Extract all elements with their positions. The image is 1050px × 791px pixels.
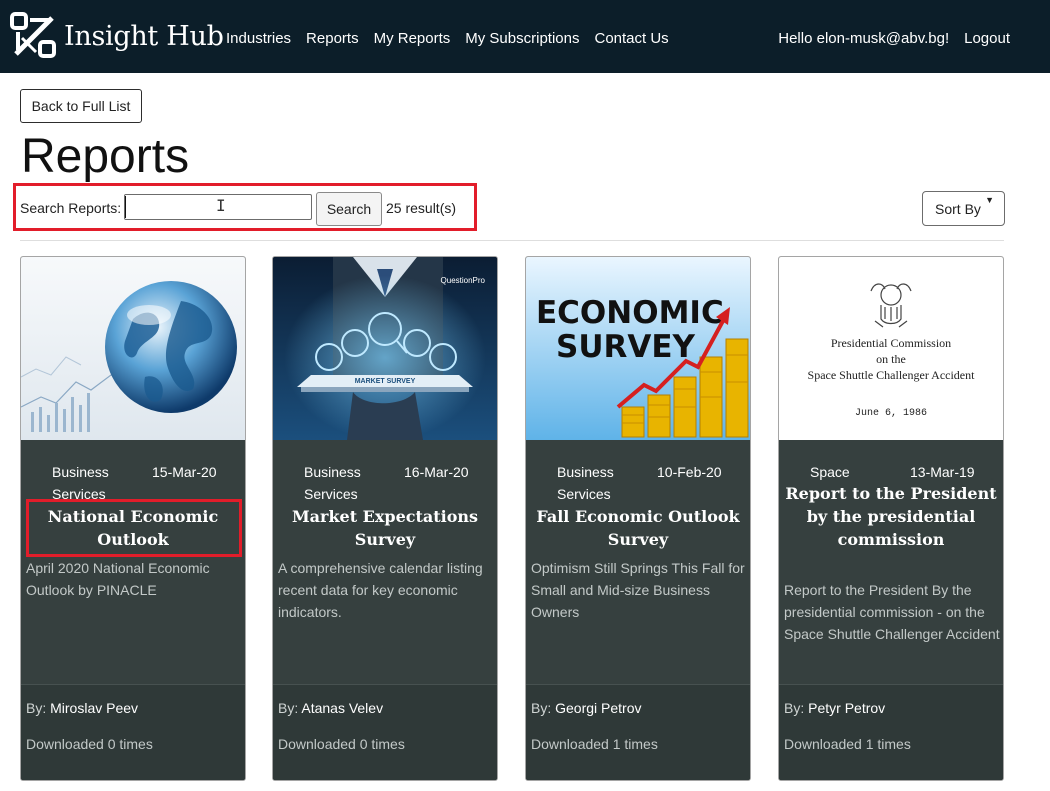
report-description: April 2020 National Economic Outlook by … (26, 560, 210, 598)
report-thumbnail: Presidential Commission on the Space Shu… (779, 257, 1003, 440)
globe-chart-icon (21, 257, 245, 440)
report-footer: By: Miroslav Peev Downloaded 0 times (21, 684, 245, 780)
by-label: By: (531, 700, 552, 716)
title-highlight-frame (26, 499, 242, 557)
report-footer: By: Atanas Velev Downloaded 0 times (273, 684, 497, 780)
divider (20, 240, 1004, 241)
by-label: By: (26, 700, 47, 716)
report-thumbnail: MARKET SURVEY QuestionPro (273, 257, 497, 440)
author-name: Atanas Velev (301, 700, 384, 716)
report-thumbnail (21, 257, 245, 440)
nav-link-industries[interactable]: Industries (226, 30, 291, 47)
report-description: Report to the President By the president… (784, 582, 1000, 642)
back-to-full-list-button[interactable]: Back to Full List (20, 89, 142, 123)
tablet-survey-icon: MARKET SURVEY QuestionPro (273, 257, 497, 440)
brand-logo[interactable]: Insight Hub (8, 8, 224, 64)
user-nav: Hello elon-musk@abv.bg! Logout (778, 30, 1010, 47)
svg-text:Presidential Commission: Presidential Commission (831, 336, 951, 350)
report-card[interactable]: ECONOMIC SURVEY Business Services 10-Feb… (525, 256, 751, 781)
report-date: 15-Mar-20 (152, 464, 217, 480)
svg-text:on the: on the (876, 352, 906, 366)
report-author: By: Petyr Petrov (784, 700, 885, 716)
report-author: By: Atanas Velev (278, 700, 383, 716)
report-title[interactable]: Market Expectations Survey (273, 505, 497, 551)
svg-text:June 6, 1986: June 6, 1986 (855, 408, 927, 419)
nav-link-my-subscriptions[interactable]: My Subscriptions (465, 30, 579, 47)
caret-down-icon: ▼ (985, 195, 994, 205)
document-seal-icon: Presidential Commission on the Space Shu… (779, 257, 1003, 440)
by-label: By: (278, 700, 299, 716)
author-name: Miroslav Peev (50, 700, 139, 716)
download-count: Downloaded 0 times (26, 736, 153, 752)
svg-text:ECONOMIC: ECONOMIC (536, 295, 724, 331)
search-label: Search Reports: (20, 200, 122, 216)
svg-text:MARKET SURVEY: MARKET SURVEY (355, 378, 416, 385)
text-caret (125, 196, 126, 218)
by-label: By: (784, 700, 805, 716)
report-card[interactable]: MARKET SURVEY QuestionPro Business Servi… (272, 256, 498, 781)
author-name: Petyr Petrov (808, 700, 886, 716)
sort-by-dropdown[interactable]: Sort By ▼ (922, 191, 1005, 226)
text-cursor-icon: I (216, 196, 226, 215)
page-title: Reports (21, 130, 190, 183)
report-card[interactable]: Presidential Commission on the Space Shu… (778, 256, 1004, 781)
report-footer: By: Georgi Petrov Downloaded 1 times (526, 684, 750, 780)
download-count: Downloaded 1 times (531, 736, 658, 752)
user-greeting: Hello elon-musk@abv.bg! (778, 30, 950, 47)
report-title[interactable]: Fall Economic Outlook Survey (526, 505, 750, 551)
report-industry[interactable]: Space (810, 461, 905, 483)
download-count: Downloaded 1 times (784, 736, 911, 752)
svg-text:Space Shuttle Challenger Accid: Space Shuttle Challenger Accident (808, 368, 976, 382)
svg-text:QuestionPro: QuestionPro (441, 276, 486, 285)
report-author: By: Miroslav Peev (26, 700, 138, 716)
report-date: 13-Mar-19 (910, 464, 975, 480)
author-name: Georgi Petrov (555, 700, 642, 716)
nav-link-reports[interactable]: Reports (306, 30, 359, 47)
sort-by-label: Sort By (935, 200, 981, 217)
report-thumbnail: ECONOMIC SURVEY (526, 257, 750, 440)
nav-link-my-reports[interactable]: My Reports (374, 30, 451, 47)
search-button[interactable]: Search (316, 192, 382, 226)
download-count: Downloaded 0 times (278, 736, 405, 752)
economic-survey-icon: ECONOMIC SURVEY (526, 257, 750, 440)
report-title[interactable]: Report to the President by the president… (779, 482, 1003, 551)
report-author: By: Georgi Petrov (531, 700, 642, 716)
svg-text:SURVEY: SURVEY (556, 329, 696, 365)
top-navbar: Insight Hub Industries Reports My Report… (0, 0, 1050, 73)
brand-name: Insight Hub (64, 20, 224, 52)
logout-link[interactable]: Logout (964, 30, 1010, 47)
report-date: 16-Mar-20 (404, 464, 469, 480)
report-footer: By: Petyr Petrov Downloaded 1 times (779, 684, 1003, 780)
main-nav: Industries Reports My Reports My Subscri… (226, 30, 684, 47)
nav-link-contact-us[interactable]: Contact Us (594, 30, 668, 47)
insight-hub-logo-icon (8, 10, 60, 62)
report-description: Optimism Still Springs This Fall for Sma… (531, 560, 745, 620)
report-description: A comprehensive calendar listing recent … (278, 560, 483, 620)
result-count: 25 result(s) (386, 200, 457, 216)
report-date: 10-Feb-20 (657, 464, 722, 480)
report-industry[interactable]: Business Services (557, 461, 652, 505)
report-industry[interactable]: Business Services (304, 461, 399, 505)
